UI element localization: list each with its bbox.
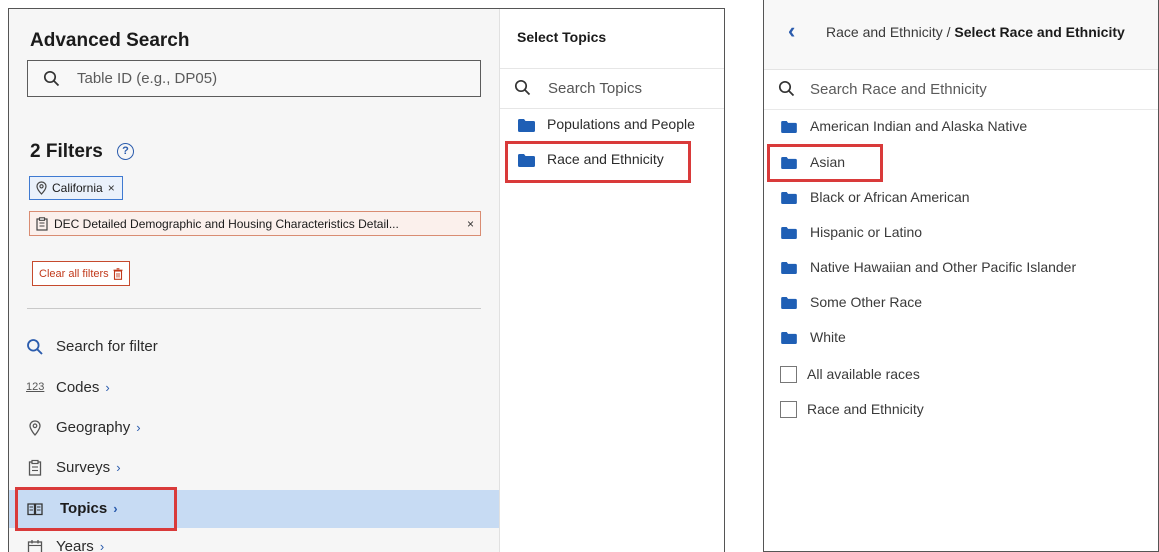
numbers-icon: 123	[26, 381, 45, 393]
chevron-right-icon: ›	[116, 460, 121, 475]
race-ethnicity-panel: ‹ Race and Ethnicity / Select Race and E…	[763, 0, 1159, 552]
filters-count-heading: 2 Filters	[30, 141, 103, 162]
select-topics-title: Select Topics	[517, 29, 607, 45]
checkbox[interactable]	[780, 401, 797, 418]
select-topics-header: Select Topics	[500, 9, 724, 69]
calendar-icon	[27, 540, 43, 552]
nav-label: Geography	[56, 419, 131, 436]
checkbox[interactable]	[780, 366, 797, 383]
nav-label: Surveys	[56, 459, 111, 476]
race-label: Black or African American	[810, 189, 970, 205]
clipboard-icon	[36, 216, 48, 231]
nav-label: Years	[56, 538, 94, 552]
nav-search-for-filter[interactable]: Search for filter	[9, 328, 499, 366]
search-topics-placeholder: Search Topics	[548, 80, 642, 97]
chevron-right-icon: ›	[99, 539, 105, 552]
search-icon	[27, 339, 43, 355]
folder-icon	[781, 192, 797, 204]
breadcrumb: Race and Ethnicity / Select Race and Eth…	[826, 24, 1125, 40]
search-icon	[778, 80, 795, 97]
race-folder-hispanic[interactable]: Hispanic or Latino	[764, 217, 1158, 249]
race-label: Some Other Race	[810, 294, 923, 310]
filter-chip-label: DEC Detailed Demographic and Housing Cha…	[54, 216, 399, 231]
advanced-search-column: Advanced Search Table ID (e.g., DP05) 2 …	[9, 9, 499, 552]
folder-icon	[781, 227, 797, 239]
map-pin-icon	[36, 181, 47, 195]
highlight-box-race-and-ethnicity	[505, 141, 691, 183]
nav-label: Search for filter	[56, 338, 158, 355]
map-pin-icon	[29, 420, 41, 436]
race-label: Native Hawaiian and Other Pacific Island…	[810, 259, 1077, 275]
nav-geography[interactable]: Geography ›	[9, 409, 499, 447]
table-id-placeholder: Table ID (e.g., DP05)	[77, 70, 218, 87]
folder-icon	[781, 297, 797, 309]
checkbox-label: All available races	[807, 366, 920, 382]
clear-all-filters-button[interactable]: Clear all filters	[32, 261, 130, 286]
question-circle-icon[interactable]: ?	[117, 143, 134, 160]
folder-icon	[781, 332, 797, 344]
breadcrumb-current: Select Race and Ethnicity	[954, 24, 1125, 40]
race-label: White	[810, 329, 846, 345]
table-id-search-input[interactable]: Table ID (e.g., DP05)	[27, 60, 481, 97]
race-label: Hispanic or Latino	[810, 224, 923, 240]
topic-populations-and-people[interactable]: Populations and People	[500, 109, 724, 141]
chevron-left-icon[interactable]: ‹	[788, 18, 795, 44]
clear-all-label: Clear all filters	[39, 267, 109, 280]
checkbox-row-all-available-races[interactable]: All available races	[764, 359, 1158, 391]
topic-label: Populations and People	[547, 116, 695, 132]
checkbox-label: Race and Ethnicity	[807, 401, 924, 417]
race-folder-black[interactable]: Black or African American	[764, 182, 1158, 214]
race-folder-american-indian[interactable]: American Indian and Alaska Native	[764, 111, 1158, 143]
race-folder-white[interactable]: White	[764, 322, 1158, 354]
page-title: Advanced Search	[30, 30, 190, 51]
remove-filter-icon[interactable]: ×	[108, 181, 115, 195]
chevron-right-icon: ›	[136, 420, 141, 435]
highlight-box-topics	[15, 487, 177, 531]
nav-years[interactable]: Years ›	[9, 528, 499, 552]
filter-chip-dec-survey[interactable]: DEC Detailed Demographic and Housing Cha…	[29, 211, 481, 236]
search-topics-input[interactable]: Search Topics	[500, 69, 724, 109]
advanced-search-panel: Advanced Search Table ID (e.g., DP05) 2 …	[8, 8, 725, 552]
highlight-box-asian	[767, 144, 883, 182]
race-folder-some-other-race[interactable]: Some Other Race	[764, 287, 1158, 319]
search-race-placeholder: Search Race and Ethnicity	[810, 81, 987, 98]
nav-label: Codes	[56, 379, 100, 396]
race-folder-native-hawaiian[interactable]: Native Hawaiian and Other Pacific Island…	[764, 252, 1158, 284]
folder-icon	[518, 119, 535, 132]
filter-chip-california[interactable]: California ×	[29, 176, 123, 200]
checkbox-row-race-and-ethnicity[interactable]: Race and Ethnicity	[764, 394, 1158, 426]
breadcrumb-parent[interactable]: Race and Ethnicity	[826, 24, 943, 40]
race-panel-header: ‹ Race and Ethnicity / Select Race and E…	[764, 0, 1158, 70]
search-icon	[514, 79, 531, 96]
search-race-ethnicity-input[interactable]: Search Race and Ethnicity	[764, 70, 1158, 110]
folder-icon	[781, 121, 797, 133]
trash-icon	[113, 267, 123, 280]
search-icon	[43, 70, 60, 87]
breadcrumb-separator: /	[942, 24, 955, 40]
nav-codes[interactable]: 123 Codes ›	[9, 369, 499, 407]
clipboard-icon	[28, 459, 42, 476]
chevron-right-icon: ›	[105, 380, 110, 395]
filter-chip-label: California	[52, 181, 103, 195]
race-label: American Indian and Alaska Native	[810, 118, 1028, 134]
select-topics-panel: Select Topics Search Topics Populations …	[499, 9, 724, 552]
remove-filter-icon[interactable]: ×	[467, 217, 474, 231]
divider	[27, 308, 481, 309]
folder-icon	[781, 262, 797, 274]
nav-surveys[interactable]: Surveys ›	[9, 449, 499, 487]
